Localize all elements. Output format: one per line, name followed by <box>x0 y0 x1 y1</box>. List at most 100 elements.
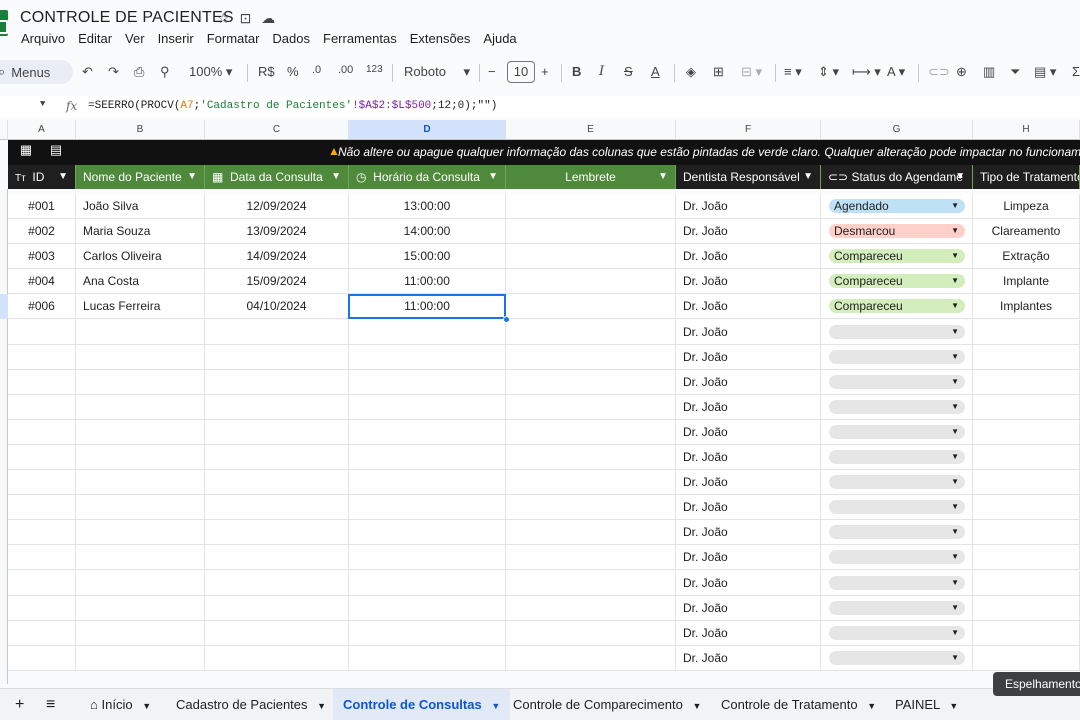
cell-id[interactable] <box>8 319 76 345</box>
cloud-status-icon[interactable]: ☁ <box>261 10 275 27</box>
cell-lembrete[interactable] <box>506 595 676 621</box>
column-header-a[interactable]: A <box>8 120 76 140</box>
align-icon[interactable]: ≡ ▾ <box>784 64 802 80</box>
cell-dentista[interactable]: Dr. João <box>676 445 821 470</box>
cell-lembrete[interactable] <box>506 269 676 295</box>
cell-hora[interactable] <box>349 470 506 496</box>
decrease-font-size-icon[interactable]: − <box>488 64 496 79</box>
tab-controle-tratamento[interactable]: Controle de Tratamento ▼ <box>721 689 876 720</box>
cell-data[interactable] <box>205 369 349 395</box>
cell-lembrete[interactable] <box>506 194 676 219</box>
vertical-align-icon[interactable]: ⇕ ▾ <box>818 64 839 80</box>
cell-tipo[interactable] <box>973 620 1080 646</box>
cell-tipo[interactable] <box>973 595 1080 621</box>
cell-data[interactable] <box>205 344 349 370</box>
cell-id[interactable] <box>8 470 76 496</box>
cell-status[interactable]: Desmarcou ▼ <box>821 219 973 245</box>
functions-icon[interactable]: Σ <box>1072 64 1080 79</box>
chevron-down-icon[interactable]: ▼ <box>951 199 959 213</box>
cell-nome[interactable] <box>76 319 205 345</box>
cell-nome[interactable] <box>76 445 205 470</box>
cell-id[interactable]: #004 <box>8 269 76 295</box>
text-wrap-icon[interactable]: ⟼ ▾ <box>852 64 881 80</box>
status-chip[interactable]: ▼ <box>829 374 965 389</box>
cell-lembrete[interactable] <box>506 219 676 245</box>
cell-lembrete[interactable] <box>506 369 676 395</box>
cell-lembrete[interactable] <box>506 445 676 470</box>
status-chip[interactable]: ▼ <box>829 450 965 464</box>
chevron-down-icon[interactable]: ▼ <box>951 525 959 539</box>
cell-nome[interactable] <box>76 570 205 596</box>
chevron-down-icon[interactable]: ▼ <box>951 299 959 313</box>
cell-data[interactable] <box>205 520 349 546</box>
cell-hora[interactable]: 15:00:00 <box>349 244 506 270</box>
cell-tipo[interactable] <box>973 570 1080 596</box>
cell-data[interactable] <box>205 394 349 420</box>
cell-hora[interactable]: 14:00:00 <box>349 219 506 245</box>
cell-status[interactable]: ▼ <box>821 545 973 571</box>
column-header-f[interactable]: F <box>676 120 821 140</box>
chevron-down-icon[interactable]: ▼ <box>658 165 668 189</box>
cell-status[interactable]: ▼ <box>821 570 973 596</box>
borders-icon[interactable]: ⊞ <box>713 64 724 80</box>
cell-data[interactable] <box>205 495 349 521</box>
formula-input[interactable]: =SEERRO(PROCV(A7;'Cadastro de Pacientes'… <box>88 100 497 112</box>
cell-id[interactable] <box>8 620 76 646</box>
cell-nome[interactable] <box>76 495 205 521</box>
chevron-down-icon[interactable]: ▼ <box>803 165 813 189</box>
number-format-button[interactable]: 123 <box>366 64 383 75</box>
cell-tipo[interactable]: Implantes <box>973 294 1080 320</box>
cell-tipo[interactable] <box>973 545 1080 571</box>
tab-controle-comparecimento[interactable]: Controle de Comparecimento ▼ <box>513 689 701 720</box>
chevron-down-icon[interactable]: ▼ <box>951 425 959 439</box>
chevron-down-icon[interactable]: ▼ <box>867 701 876 711</box>
header-nome[interactable]: Nome do Paciente ▼ <box>76 165 205 189</box>
increase-font-size-icon[interactable]: + <box>541 64 549 79</box>
cell-lembrete[interactable] <box>506 344 676 370</box>
chevron-down-icon[interactable]: ▼ <box>955 165 965 189</box>
cell-id[interactable]: #001 <box>8 194 76 219</box>
zoom-select[interactable]: 100% ▾ <box>189 64 232 80</box>
menu-extensoes[interactable]: Extensões <box>410 31 471 46</box>
cell-nome[interactable]: Maria Souza <box>76 219 205 245</box>
cell-lembrete[interactable] <box>506 244 676 270</box>
cell-status[interactable]: ▼ <box>821 445 973 470</box>
chevron-down-icon[interactable]: ▼ <box>488 165 498 189</box>
cell-tipo[interactable] <box>973 319 1080 345</box>
cell-status[interactable]: ▼ <box>821 319 973 345</box>
cell-id[interactable]: #002 <box>8 219 76 245</box>
cell-dentista[interactable]: Dr. João <box>676 570 821 596</box>
cell-dentista[interactable]: Dr. João <box>676 294 821 320</box>
cell-lembrete[interactable] <box>506 570 676 596</box>
status-chip[interactable]: ▼ <box>829 424 965 439</box>
cell-hora[interactable] <box>349 620 506 646</box>
status-chip[interactable]: ▼ <box>829 399 965 414</box>
cell-status[interactable]: Compareceu ▼ <box>821 244 973 270</box>
cell-lembrete[interactable] <box>506 470 676 496</box>
status-chip[interactable]: Compareceu ▼ <box>829 299 965 314</box>
status-chip[interactable]: ▼ <box>829 625 965 640</box>
chevron-down-icon[interactable]: ▼ <box>187 165 197 189</box>
chevron-down-icon[interactable]: ▼ <box>692 701 701 711</box>
cell-tipo[interactable] <box>973 645 1080 671</box>
italic-icon[interactable]: I <box>599 64 604 79</box>
cell-status[interactable]: ▼ <box>821 394 973 420</box>
cell-tipo[interactable] <box>973 419 1080 445</box>
cell-dentista[interactable]: Dr. João <box>676 470 821 496</box>
menu-formatar[interactable]: Formatar <box>207 31 260 46</box>
cell-nome[interactable] <box>76 595 205 621</box>
cell-lembrete[interactable] <box>506 645 676 671</box>
chevron-down-icon[interactable]: ▼ <box>951 475 959 489</box>
cell-data[interactable] <box>205 470 349 496</box>
cell-dentista[interactable]: Dr. João <box>676 369 821 395</box>
menu-editar[interactable]: Editar <box>78 31 112 46</box>
cell-lembrete[interactable] <box>506 419 676 445</box>
merge-cells-icon[interactable]: ⊟ ▾ <box>741 64 762 80</box>
cell-hora[interactable] <box>349 495 506 521</box>
cell-id[interactable] <box>8 445 76 470</box>
cell-status[interactable]: Compareceu ▼ <box>821 294 973 320</box>
cell-data[interactable] <box>205 595 349 621</box>
column-header-e[interactable]: E <box>506 120 676 140</box>
cell-nome[interactable] <box>76 545 205 571</box>
cell-tipo[interactable]: Clareamento <box>973 219 1080 245</box>
